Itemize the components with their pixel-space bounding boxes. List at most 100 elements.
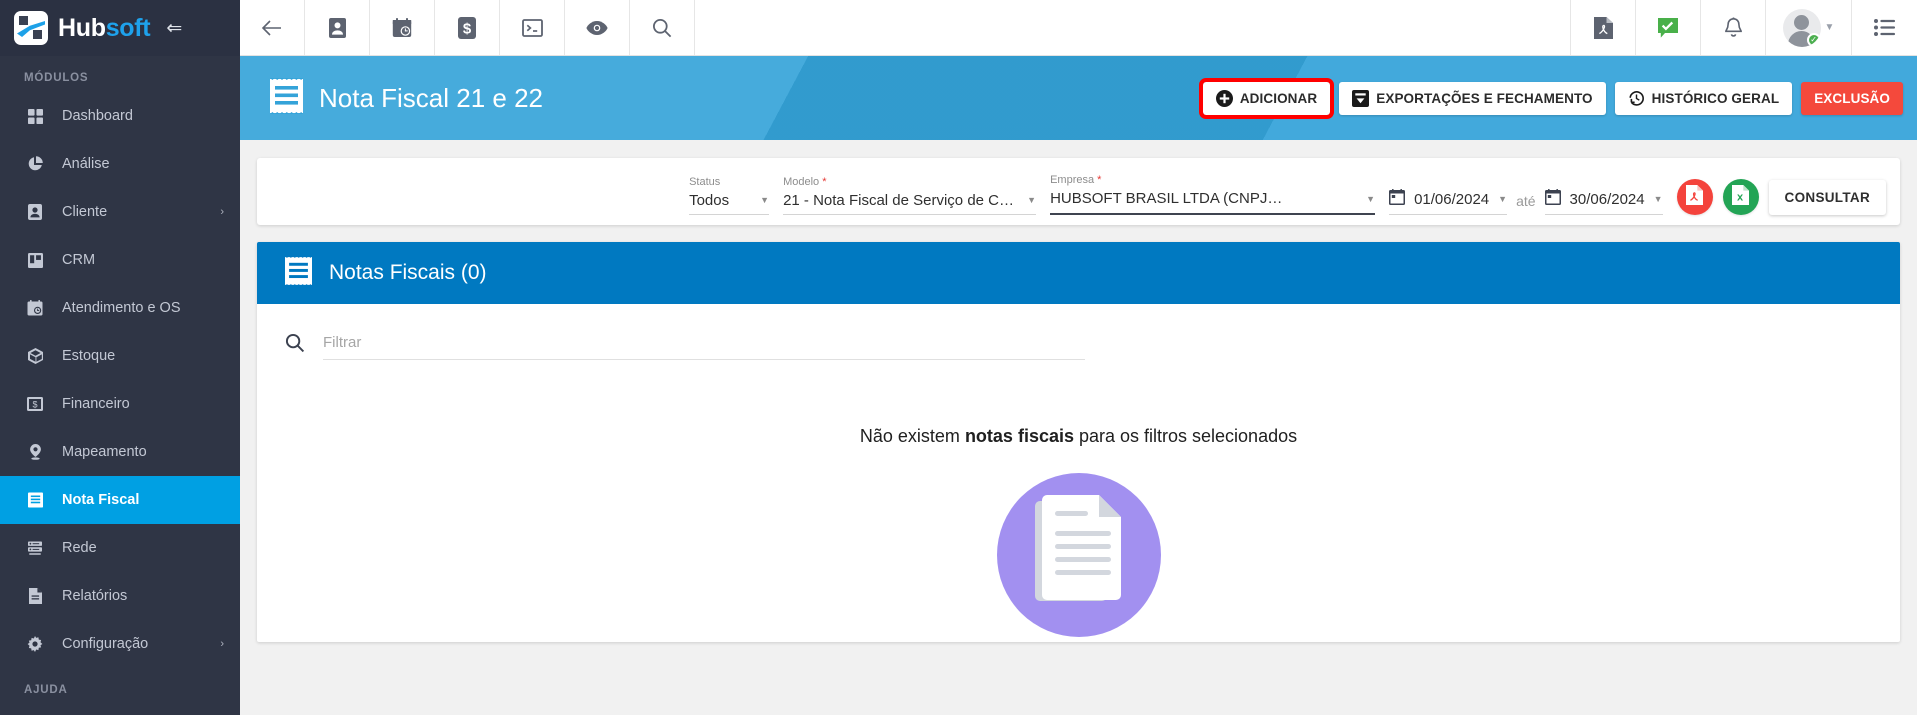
sidebar-collapse-icon[interactable]: ⇐ bbox=[166, 19, 182, 38]
historico-button-label: HISTÓRICO GERAL bbox=[1651, 90, 1780, 106]
sidebar-item-label: Nota Fiscal bbox=[62, 492, 140, 508]
chevron-right-icon: › bbox=[220, 638, 224, 650]
sidebar-item-label: Configuração bbox=[62, 636, 149, 652]
sidebar-section-modulos: MÓDULOS bbox=[24, 72, 89, 84]
exclusao-button-label: EXCLUSÃO bbox=[1814, 90, 1890, 106]
invoice-lines-icon bbox=[24, 492, 46, 508]
box-package-icon bbox=[24, 348, 46, 364]
gear-icon bbox=[24, 636, 46, 652]
exportacoes-e-fechamento-button[interactable]: EXPORTAÇÕES E FECHAMENTO bbox=[1339, 81, 1606, 115]
back-arrow-icon[interactable] bbox=[240, 0, 305, 55]
topbar-right-actions: ✓ ▼ bbox=[1571, 0, 1917, 55]
chevron-down-icon[interactable]: ▼ bbox=[1654, 194, 1663, 204]
search-icon[interactable] bbox=[285, 333, 305, 358]
sidebar-item-label: Estoque bbox=[62, 348, 116, 364]
sidebar-item-rede[interactable]: Rede bbox=[0, 524, 240, 572]
server-rack-icon bbox=[24, 541, 46, 556]
dollar-sign-icon[interactable]: $ bbox=[435, 0, 500, 55]
status-filter-label: Status bbox=[689, 176, 721, 188]
sidebar-item-label: Análise bbox=[62, 156, 110, 172]
sidebar-item-analise[interactable]: Análise bbox=[0, 140, 240, 188]
sidebar-menu: MÓDULOS Dashboard Análise Cliente › CRM … bbox=[0, 56, 240, 715]
sidebar-item-label: Cliente bbox=[62, 204, 108, 220]
avatar: ✓ bbox=[1782, 8, 1821, 47]
calendar-clock-icon[interactable] bbox=[370, 0, 435, 55]
modelo-filter[interactable]: Modelo * 21 - Nota Fiscal de Serviço de … bbox=[783, 176, 1037, 215]
modelo-filter-control[interactable]: 21 - Nota Fiscal de Serviço de Com... ▼ bbox=[783, 192, 1037, 215]
chevron-down-icon[interactable]: ▼ bbox=[1498, 194, 1507, 204]
filter-search-input[interactable] bbox=[323, 330, 1085, 360]
calendar-clock-icon bbox=[24, 300, 46, 316]
download-box-icon bbox=[1352, 89, 1370, 107]
chevron-down-icon[interactable]: ▼ bbox=[760, 196, 769, 205]
sidebar-item-financeiro[interactable]: $ Financeiro bbox=[0, 380, 240, 428]
document-report-icon bbox=[24, 588, 46, 604]
empresa-filter[interactable]: Empresa * HUBSOFT BRASIL LTDA (CNPJ ▼ bbox=[1050, 174, 1376, 215]
bell-notification-icon[interactable] bbox=[1701, 0, 1766, 55]
date-from-field[interactable]: 01/06/2024 ▼ bbox=[1389, 189, 1508, 215]
green-check-chat-icon[interactable] bbox=[1636, 0, 1701, 55]
terminal-console-icon[interactable] bbox=[500, 0, 565, 55]
date-to-value: 30/06/2024 bbox=[1569, 190, 1645, 208]
chevron-down-icon[interactable]: ▼ bbox=[1825, 22, 1835, 33]
sidebar-item-atendimento-e-os[interactable]: Atendimento e OS bbox=[0, 284, 240, 332]
notas-fiscais-panel: Notas Fiscais (0) Não existem notas fisc… bbox=[257, 242, 1900, 642]
online-status-badge: ✓ bbox=[1806, 32, 1821, 47]
calendar-icon[interactable] bbox=[1544, 189, 1561, 209]
app-root: Hubsoft ⇐ MÓDULOS Dashboard Análise Clie… bbox=[0, 0, 1917, 715]
topbar-spacer bbox=[695, 0, 1571, 55]
export-excel-button[interactable]: x bbox=[1722, 179, 1759, 215]
empty-state: Não existem notas fiscais para os filtro… bbox=[285, 360, 1872, 637]
notas-fiscais-panel-title: Notas Fiscais (0) bbox=[329, 261, 487, 284]
invoice-lines-icon bbox=[285, 255, 312, 291]
sidebar-item-crm[interactable]: CRM bbox=[0, 236, 240, 284]
date-from-value: 01/06/2024 bbox=[1414, 190, 1490, 208]
content-area: Status Todos ▼ Modelo * 21 - Nota Fiscal… bbox=[240, 140, 1917, 715]
main-area: $ ✓ ▼ Nota Fiscal 21 e 22 ADICIONAR EXPO… bbox=[240, 0, 1917, 715]
sidebar-brand[interactable]: Hubsoft ⇐ bbox=[0, 0, 240, 56]
brand-title: Hubsoft bbox=[58, 13, 151, 42]
adicionar-button[interactable]: ADICIONAR bbox=[1198, 77, 1335, 119]
map-pin-icon bbox=[24, 444, 46, 460]
chevron-down-icon[interactable]: ▼ bbox=[1366, 194, 1375, 204]
contact-card-icon[interactable] bbox=[305, 0, 370, 55]
svg-text:$: $ bbox=[32, 400, 37, 410]
sidebar-item-nota-fiscal[interactable]: Nota Fiscal bbox=[0, 476, 240, 524]
page-header-actions: ADICIONAR EXPORTAÇÕES E FECHAMENTO HISTÓ… bbox=[1198, 77, 1903, 119]
sidebar-item-label: Dashboard bbox=[62, 108, 133, 124]
date-to-field[interactable]: 30/06/2024 ▼ bbox=[1544, 189, 1663, 215]
svg-text:x: x bbox=[1737, 191, 1744, 203]
calendar-icon[interactable] bbox=[1389, 189, 1406, 209]
pdf-file-icon[interactable] bbox=[1571, 0, 1636, 55]
sidebar-item-mapeamento[interactable]: Mapeamento bbox=[0, 428, 240, 476]
date-range-separator: até bbox=[1516, 193, 1536, 209]
sidebar-item-dashboard[interactable]: Dashboard bbox=[0, 92, 240, 140]
export-pdf-button[interactable] bbox=[1676, 179, 1713, 215]
sidebar: Hubsoft ⇐ MÓDULOS Dashboard Análise Clie… bbox=[0, 0, 240, 715]
page-header: Nota Fiscal 21 e 22 ADICIONAR EXPORTAÇÕE… bbox=[240, 56, 1917, 140]
empresa-filter-control[interactable]: HUBSOFT BRASIL LTDA (CNPJ ▼ bbox=[1050, 190, 1376, 215]
exportacoes-button-label: EXPORTAÇÕES E FECHAMENTO bbox=[1376, 90, 1593, 106]
page-title-group: Nota Fiscal 21 e 22 bbox=[270, 77, 543, 119]
sidebar-item-label: Financeiro bbox=[62, 396, 130, 412]
list-menu-icon[interactable] bbox=[1852, 0, 1917, 55]
documents-empty-illustration bbox=[996, 473, 1161, 637]
hubsoft-logo-icon bbox=[14, 11, 48, 45]
status-filter[interactable]: Status Todos ▼ bbox=[689, 176, 770, 215]
chevron-down-icon[interactable]: ▼ bbox=[1027, 196, 1036, 205]
sidebar-item-configuracao[interactable]: Configuração › bbox=[0, 620, 240, 668]
status-filter-control[interactable]: Todos ▼ bbox=[689, 192, 770, 215]
exclusao-button[interactable]: EXCLUSÃO bbox=[1801, 81, 1903, 115]
notas-fiscais-panel-header: Notas Fiscais (0) bbox=[257, 242, 1900, 304]
brand-title-part2: soft bbox=[105, 13, 151, 42]
sidebar-item-estoque[interactable]: Estoque bbox=[0, 332, 240, 380]
invoice-lines-icon bbox=[270, 77, 303, 119]
historico-geral-button[interactable]: HISTÓRICO GERAL bbox=[1614, 81, 1793, 115]
pdf-file-icon bbox=[1686, 184, 1704, 210]
search-icon[interactable] bbox=[630, 0, 695, 55]
sidebar-item-cliente[interactable]: Cliente › bbox=[0, 188, 240, 236]
sidebar-item-relatorios[interactable]: Relatórios bbox=[0, 572, 240, 620]
eye-icon[interactable] bbox=[565, 0, 630, 55]
consultar-button[interactable]: CONSULTAR bbox=[1768, 180, 1886, 215]
user-avatar[interactable]: ✓ ▼ bbox=[1766, 0, 1852, 55]
